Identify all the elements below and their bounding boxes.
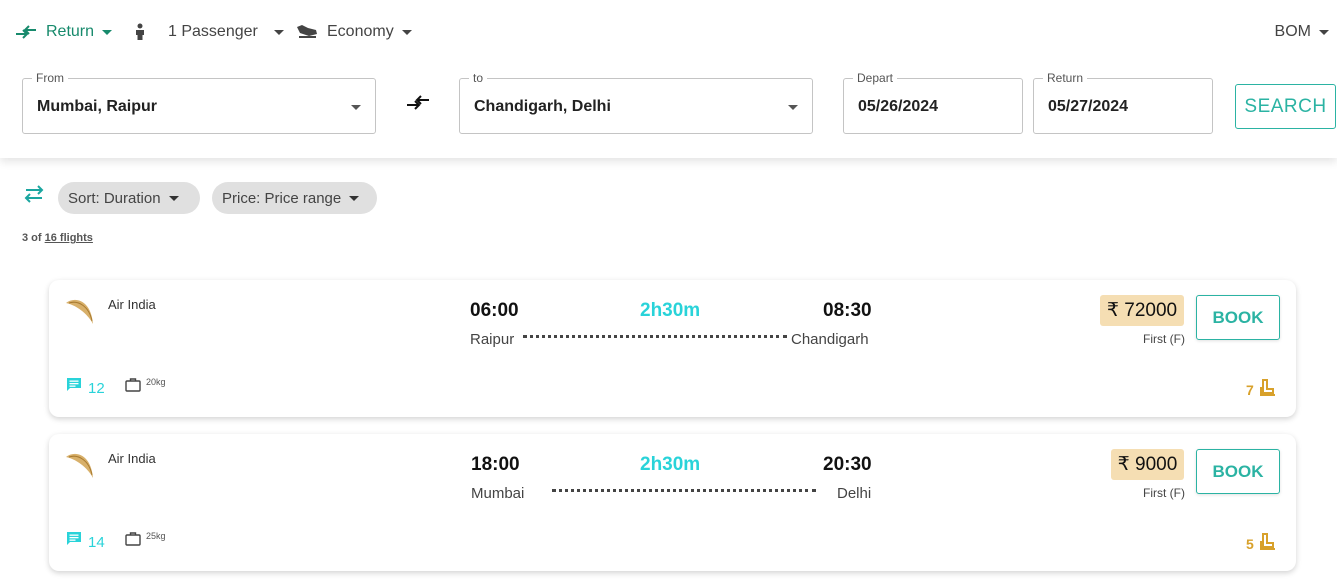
book-button[interactable]: BOOK <box>1196 295 1280 340</box>
seat-icon <box>1260 533 1275 550</box>
to-label: to <box>469 71 488 85</box>
from-field[interactable]: From Mumbai, Raipur <box>22 71 376 134</box>
return-label: Return <box>1043 71 1088 85</box>
to-value: Chandigarh, Delhi <box>474 98 611 115</box>
departure-time: 06:00 <box>470 300 519 321</box>
cabin-label: Economy <box>327 23 394 40</box>
fare-class: First (F) <box>1143 332 1185 346</box>
book-button[interactable]: BOOK <box>1196 449 1280 494</box>
to-field[interactable]: to Chandigarh, Delhi <box>459 71 813 134</box>
flight-duration: 2h30m <box>640 454 701 475</box>
arrival-time: 20:30 <box>823 454 872 475</box>
route-line <box>523 335 787 338</box>
baggage-allowance: 20kg <box>146 377 166 387</box>
currency-label: BOM <box>1274 23 1311 40</box>
chevron-down-icon <box>788 105 798 110</box>
cabin-dropdown[interactable]: Economy <box>296 20 412 44</box>
top-bar: Return 1 Passenger Economy BOM <box>0 0 1337 62</box>
trip-type-label: Return <box>46 23 95 40</box>
results-count-prefix: 3 of <box>22 232 42 244</box>
return-value: 05/27/2024 <box>1048 98 1129 115</box>
chevron-down-icon <box>1319 29 1329 35</box>
chevron-down-icon <box>401 29 412 35</box>
passenger-dropdown[interactable]: 1 Passenger <box>133 20 284 44</box>
from-value: Mumbai, Raipur <box>37 98 158 115</box>
airline-name: Air India <box>108 297 156 312</box>
flight-card[interactable]: Air India 06:00 2h30m 08:30 Raipur Chand… <box>49 280 1296 417</box>
flight-card[interactable]: Air India 18:00 2h30m 20:30 Mumbai Delhi… <box>49 434 1296 571</box>
briefcase-icon <box>125 532 141 546</box>
route-line <box>552 489 816 492</box>
depart-value: 05/26/2024 <box>858 98 939 115</box>
return-date-field[interactable]: Return 05/27/2024 <box>1033 71 1213 134</box>
briefcase-icon <box>125 378 141 392</box>
filter-icon[interactable] <box>23 183 45 205</box>
baggage-allowance: 25kg <box>146 531 166 541</box>
price-badge: ₹ 9000 <box>1111 449 1184 480</box>
depart-date-field[interactable]: Depart 05/26/2024 <box>843 71 1023 134</box>
sort-label: Sort: Duration <box>68 189 161 207</box>
fare-class: First (F) <box>1143 486 1185 500</box>
chevron-down-icon <box>102 29 113 35</box>
airline-logo <box>66 299 93 324</box>
price-chip[interactable]: Price: Price range <box>212 182 377 214</box>
results-count: 3 of 16 flights <box>22 232 93 244</box>
comment-count: 12 <box>88 380 105 397</box>
chat-icon[interactable] <box>66 531 82 547</box>
person-icon <box>136 23 144 40</box>
origin-city: Raipur <box>470 331 515 348</box>
chat-icon[interactable] <box>66 377 82 393</box>
swap-locations-icon[interactable] <box>405 93 431 113</box>
seat-icon <box>297 25 317 38</box>
search-header: Return 1 Passenger Economy BOM From Mumb <box>0 0 1337 158</box>
from-label: From <box>32 71 68 85</box>
chevron-down-icon <box>349 195 360 201</box>
swap-arrows-icon <box>16 25 36 39</box>
sort-chip[interactable]: Sort: Duration <box>58 182 200 214</box>
seat-icon <box>1260 379 1275 396</box>
departure-time: 18:00 <box>471 454 520 475</box>
seats-left: 7 <box>1246 382 1254 398</box>
flight-duration: 2h30m <box>640 300 701 321</box>
comment-count: 14 <box>88 534 105 551</box>
origin-city: Mumbai <box>471 485 525 502</box>
passenger-label: 1 Passenger <box>168 23 258 40</box>
chevron-down-icon <box>168 195 179 201</box>
price-filter-label: Price: Price range <box>222 189 342 207</box>
arrival-time: 08:30 <box>823 300 872 321</box>
trip-type-dropdown[interactable]: Return <box>15 20 113 44</box>
destination-city: Chandigarh <box>791 331 869 348</box>
price-badge: ₹ 72000 <box>1100 295 1184 326</box>
seats-left: 5 <box>1246 536 1254 552</box>
search-button[interactable]: SEARCH <box>1235 84 1336 129</box>
depart-label: Depart <box>853 71 898 85</box>
chevron-down-icon <box>351 105 361 110</box>
currency-dropdown[interactable]: BOM <box>1275 20 1329 44</box>
results-count-link[interactable]: 16 flights <box>45 232 93 244</box>
airline-logo <box>66 453 93 478</box>
chevron-down-icon <box>273 29 284 35</box>
destination-city: Delhi <box>837 485 872 502</box>
airline-name: Air India <box>108 451 156 466</box>
